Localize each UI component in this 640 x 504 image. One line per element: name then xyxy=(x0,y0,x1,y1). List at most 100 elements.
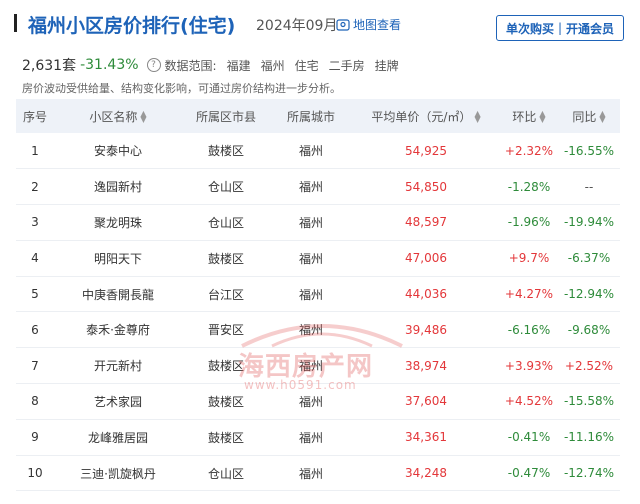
sort-arrows-icon[interactable]: ▲ ▼ xyxy=(539,110,545,124)
purchase-button-group: 单次购买 | 开通会员 xyxy=(496,15,624,41)
cell-avg-price: 34,248 xyxy=(405,466,447,481)
col-header-name[interactable]: 小区名称 ▲ ▼ xyxy=(54,99,182,133)
table-header-row: 序号 小区名称 ▲ ▼ 所属区市县 所属城市 平均单价（元/㎡） ▲ ▼ 环比 ▲ ▼ 同比… xyxy=(16,99,620,133)
page-title: 福州小区房价排行(住宅) xyxy=(28,15,236,37)
table-row[interactable]: 3 聚龙明珠 仓山区 福州 48,597 -1.96% -19.94% xyxy=(16,205,620,241)
data-range-label: 数据范围: xyxy=(164,58,217,73)
table-row[interactable]: 9 龙峰雅居园 鼓楼区 福州 34,361 -0.41% -11.16% xyxy=(16,419,620,456)
cell-rank: 8 xyxy=(31,394,39,409)
cell-community-name[interactable]: 艺术家园 xyxy=(54,384,182,420)
cell-rank: 6 xyxy=(31,322,39,337)
watermark-url: www.h0591.com xyxy=(244,378,357,392)
cell-yoy-change: -19.94% xyxy=(563,215,615,230)
cell-mom-change: -0.41% xyxy=(507,430,551,445)
cell-community-name[interactable]: 明阳天下 xyxy=(54,240,182,276)
price-note: 房价波动受供给量、结构变化影响，可通过房价结构进一步分析。 xyxy=(22,82,341,95)
sort-arrows-icon[interactable]: ▲ ▼ xyxy=(474,110,480,124)
title-accent-bar xyxy=(14,14,17,32)
col-header-mom[interactable]: 环比 ▲ ▼ xyxy=(500,99,558,133)
cell-yoy-change: -12.94% xyxy=(563,287,615,302)
cell-rank: 1 xyxy=(31,143,39,158)
cell-rank: 3 xyxy=(31,215,39,230)
cell-rank: 10 xyxy=(27,466,43,481)
cell-city: 福州 xyxy=(298,430,323,445)
cell-city: 福州 xyxy=(298,466,323,481)
cell-city: 福州 xyxy=(298,144,323,159)
table-row[interactable]: 1 安泰中心 鼓楼区 福州 54,925 +2.32% -16.55% xyxy=(16,133,620,169)
cell-district: 晋安区 xyxy=(207,323,244,338)
sort-arrows-icon[interactable]: ▲ ▼ xyxy=(140,110,146,124)
col-header-city: 所属城市 xyxy=(286,109,335,124)
range-tag-type: 住宅 xyxy=(294,58,319,73)
cell-city: 福州 xyxy=(298,215,323,230)
map-view-link[interactable]: 地图查看 xyxy=(336,16,401,33)
cell-yoy-change: -11.16% xyxy=(563,430,615,445)
page-header: 福州小区房价排行(住宅) 2024年09月 地图查看 单次购买 | 开通会员 xyxy=(0,0,640,48)
cell-avg-price: 37,604 xyxy=(405,394,447,409)
cell-community-name[interactable]: 龙峰雅居园 xyxy=(54,419,182,455)
cell-city: 福州 xyxy=(298,251,323,266)
cell-avg-price: 47,006 xyxy=(405,251,447,266)
cell-community-name[interactable]: 三迪·凯旋枫丹 xyxy=(54,455,182,491)
table-row[interactable]: 6 泰禾·金尊府 晋安区 福州 39,486 -6.16% -9.68% xyxy=(16,312,620,348)
cell-rank: 5 xyxy=(31,287,39,302)
range-tag-city: 福州 xyxy=(260,58,285,73)
cell-community-name[interactable]: 聚龙明珠 xyxy=(54,205,182,241)
single-purchase-button[interactable]: 单次购买 xyxy=(506,20,554,37)
cell-avg-price: 54,925 xyxy=(405,143,447,158)
map-pin-icon xyxy=(336,18,350,31)
table-row[interactable]: 2 逸园新村 仓山区 福州 54,850 -1.28% -- xyxy=(16,169,620,205)
table-row[interactable]: 5 中庚香開長龍 台江区 福州 44,036 +4.27% -12.94% xyxy=(16,276,620,312)
col-header-yoy[interactable]: 同比 ▲ ▼ xyxy=(558,99,620,133)
cell-yoy-change: -- xyxy=(584,179,594,194)
cell-mom-change: +2.32% xyxy=(504,143,554,158)
cell-district: 仓山区 xyxy=(207,466,244,481)
open-membership-button[interactable]: 开通会员 xyxy=(566,20,614,37)
cell-mom-change: -6.16% xyxy=(507,322,551,337)
cell-district: 鼓楼区 xyxy=(207,144,244,159)
cell-rank: 2 xyxy=(31,179,39,194)
cell-community-name[interactable]: 泰禾·金尊府 xyxy=(54,312,182,348)
cell-rank: 9 xyxy=(31,430,39,445)
map-view-label: 地图查看 xyxy=(353,18,402,32)
cell-avg-price: 34,361 xyxy=(405,430,447,445)
cell-avg-price: 48,597 xyxy=(405,215,447,230)
period-label[interactable]: 2024年09月 xyxy=(256,15,337,35)
cell-mom-change: -1.96% xyxy=(507,215,551,230)
col-header-district: 所属区市县 xyxy=(195,109,256,124)
cell-city: 福州 xyxy=(298,323,323,338)
cell-mom-change: +4.27% xyxy=(504,287,554,302)
cell-avg-price: 39,486 xyxy=(405,322,447,337)
range-tag-source: 挂牌 xyxy=(374,58,399,73)
price-ranking-table: 序号 小区名称 ▲ ▼ 所属区市县 所属城市 平均单价（元/㎡） ▲ ▼ 环比 ▲ ▼ 同比… xyxy=(16,99,620,491)
cell-community-name[interactable]: 中庚香開長龍 xyxy=(54,276,182,312)
question-circle-icon[interactable]: ? xyxy=(146,58,161,72)
cell-district: 仓山区 xyxy=(207,180,244,195)
cell-yoy-change: -16.55% xyxy=(563,143,615,158)
summary-stats: 2,631套 -31.43% ? 数据范围: 福建 福州 住宅 二手房 挂牌 xyxy=(22,55,399,75)
cell-avg-price: 38,974 xyxy=(405,358,447,373)
cell-yoy-change: -15.58% xyxy=(563,394,615,409)
cell-community-name[interactable]: 逸园新村 xyxy=(54,169,182,205)
cell-district: 鼓楼区 xyxy=(207,430,244,445)
sort-arrows-icon[interactable]: ▲ ▼ xyxy=(599,110,605,124)
cell-mom-change: -1.28% xyxy=(507,179,551,194)
cell-city: 福州 xyxy=(298,180,323,195)
col-header-rank: 序号 xyxy=(22,109,47,124)
cell-yoy-change: +2.52% xyxy=(564,358,614,373)
table-row[interactable]: 10 三迪·凯旋枫丹 仓山区 福州 34,248 -0.47% -12.74% xyxy=(16,455,620,491)
cell-rank: 4 xyxy=(31,251,39,266)
table-row[interactable]: 4 明阳天下 鼓楼区 福州 47,006 +9.7% -6.37% xyxy=(16,240,620,277)
listing-count: 2,631套 xyxy=(22,58,77,74)
cell-community-name[interactable]: 安泰中心 xyxy=(54,133,182,169)
listing-change: -31.43% xyxy=(80,57,139,73)
range-tag-market: 二手房 xyxy=(328,58,365,73)
cell-district: 台江区 xyxy=(207,287,244,302)
col-header-price[interactable]: 平均单价（元/㎡） ▲ ▼ xyxy=(352,99,500,133)
cell-mom-change: +3.93% xyxy=(504,358,554,373)
cell-community-name[interactable]: 开元新村 xyxy=(54,348,182,384)
cell-rank: 7 xyxy=(31,358,39,373)
range-tag-province: 福建 xyxy=(226,58,251,73)
cell-district: 鼓楼区 xyxy=(207,251,244,266)
cell-avg-price: 54,850 xyxy=(405,179,447,194)
